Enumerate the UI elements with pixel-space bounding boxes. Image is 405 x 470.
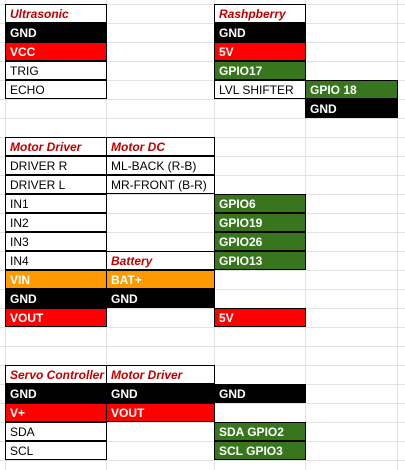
spreadsheet-grid: Ultrasonic GND VCC TRIG ECHO Rashpberry … [0,0,405,470]
grid-line [397,0,398,470]
raspberry-gpio18-cell[interactable]: GPIO 18 [305,80,398,99]
ultrasonic-gnd-cell[interactable]: GND [5,23,107,42]
motor-driver-header[interactable]: Motor Driver [5,137,107,156]
ultrasonic-header[interactable]: Ultrasonic [5,4,107,23]
raspberry-header[interactable]: Rashpberry [214,4,306,23]
raspberry-gpio17-cell[interactable]: GPIO17 [214,61,306,80]
ultrasonic-vcc-cell[interactable]: VCC [5,42,107,61]
ultrasonic-trig-cell[interactable]: TRIG [5,61,107,80]
grid-line [0,327,405,328]
bat-plus-cell[interactable]: BAT+ [106,270,215,289]
pi-5v-cell[interactable]: 5V [214,308,306,327]
sda-gpio2-cell[interactable]: SDA GPIO2 [214,422,306,441]
vin-cell[interactable]: VIN [5,270,107,289]
raspberry-5v-cell[interactable]: 5V [214,42,306,61]
battery-header[interactable]: Battery [106,251,215,270]
gpio26-cell[interactable]: GPIO26 [214,232,306,251]
grid-line [0,460,405,461]
servo-driver-gnd-cell[interactable]: GND [106,384,215,403]
grid-line [0,118,405,119]
in2-cell[interactable]: IN2 [5,213,107,232]
in1-cell[interactable]: IN1 [5,194,107,213]
gpio6-cell[interactable]: GPIO6 [214,194,306,213]
in3-cell[interactable]: IN3 [5,232,107,251]
servo-controller-header[interactable]: Servo Controller [5,365,107,384]
servo-gnd-cell[interactable]: GND [5,384,107,403]
motor-dc-header[interactable]: Motor DC [106,137,215,156]
gpio19-cell[interactable]: GPIO19 [214,213,306,232]
driver-l-cell[interactable]: DRIVER L [5,175,107,194]
ml-back-cell[interactable]: ML-BACK (R-B) [106,156,215,175]
servo-motor-driver-header[interactable]: Motor Driver [106,365,215,384]
gpio13-cell[interactable]: GPIO13 [214,251,306,270]
driver-r-cell[interactable]: DRIVER R [5,156,107,175]
vout-cell[interactable]: VOUT [5,308,107,327]
raspberry-gnd2-cell[interactable]: GND [305,99,398,118]
scl-gpio3-cell[interactable]: SCL GPIO3 [214,441,306,460]
ultrasonic-echo-cell[interactable]: ECHO [5,80,107,99]
raspberry-lvl-shifter-cell[interactable]: LVL SHIFTER [214,80,306,99]
servo-pi-gnd-cell[interactable]: GND [214,384,306,403]
in4-cell[interactable]: IN4 [5,251,107,270]
battery-gnd-cell[interactable]: GND [106,289,215,308]
servo-vplus-cell[interactable]: V+ [5,403,107,422]
raspberry-gnd-cell[interactable]: GND [214,23,306,42]
servo-vout-cell[interactable]: VOUT [106,403,215,422]
servo-scl-cell[interactable]: SCL [5,441,107,460]
driver-gnd-cell[interactable]: GND [5,289,107,308]
servo-sda-cell[interactable]: SDA [5,422,107,441]
mr-front-cell[interactable]: MR-FRONT (B-R) [106,175,215,194]
grid-line [0,346,405,347]
